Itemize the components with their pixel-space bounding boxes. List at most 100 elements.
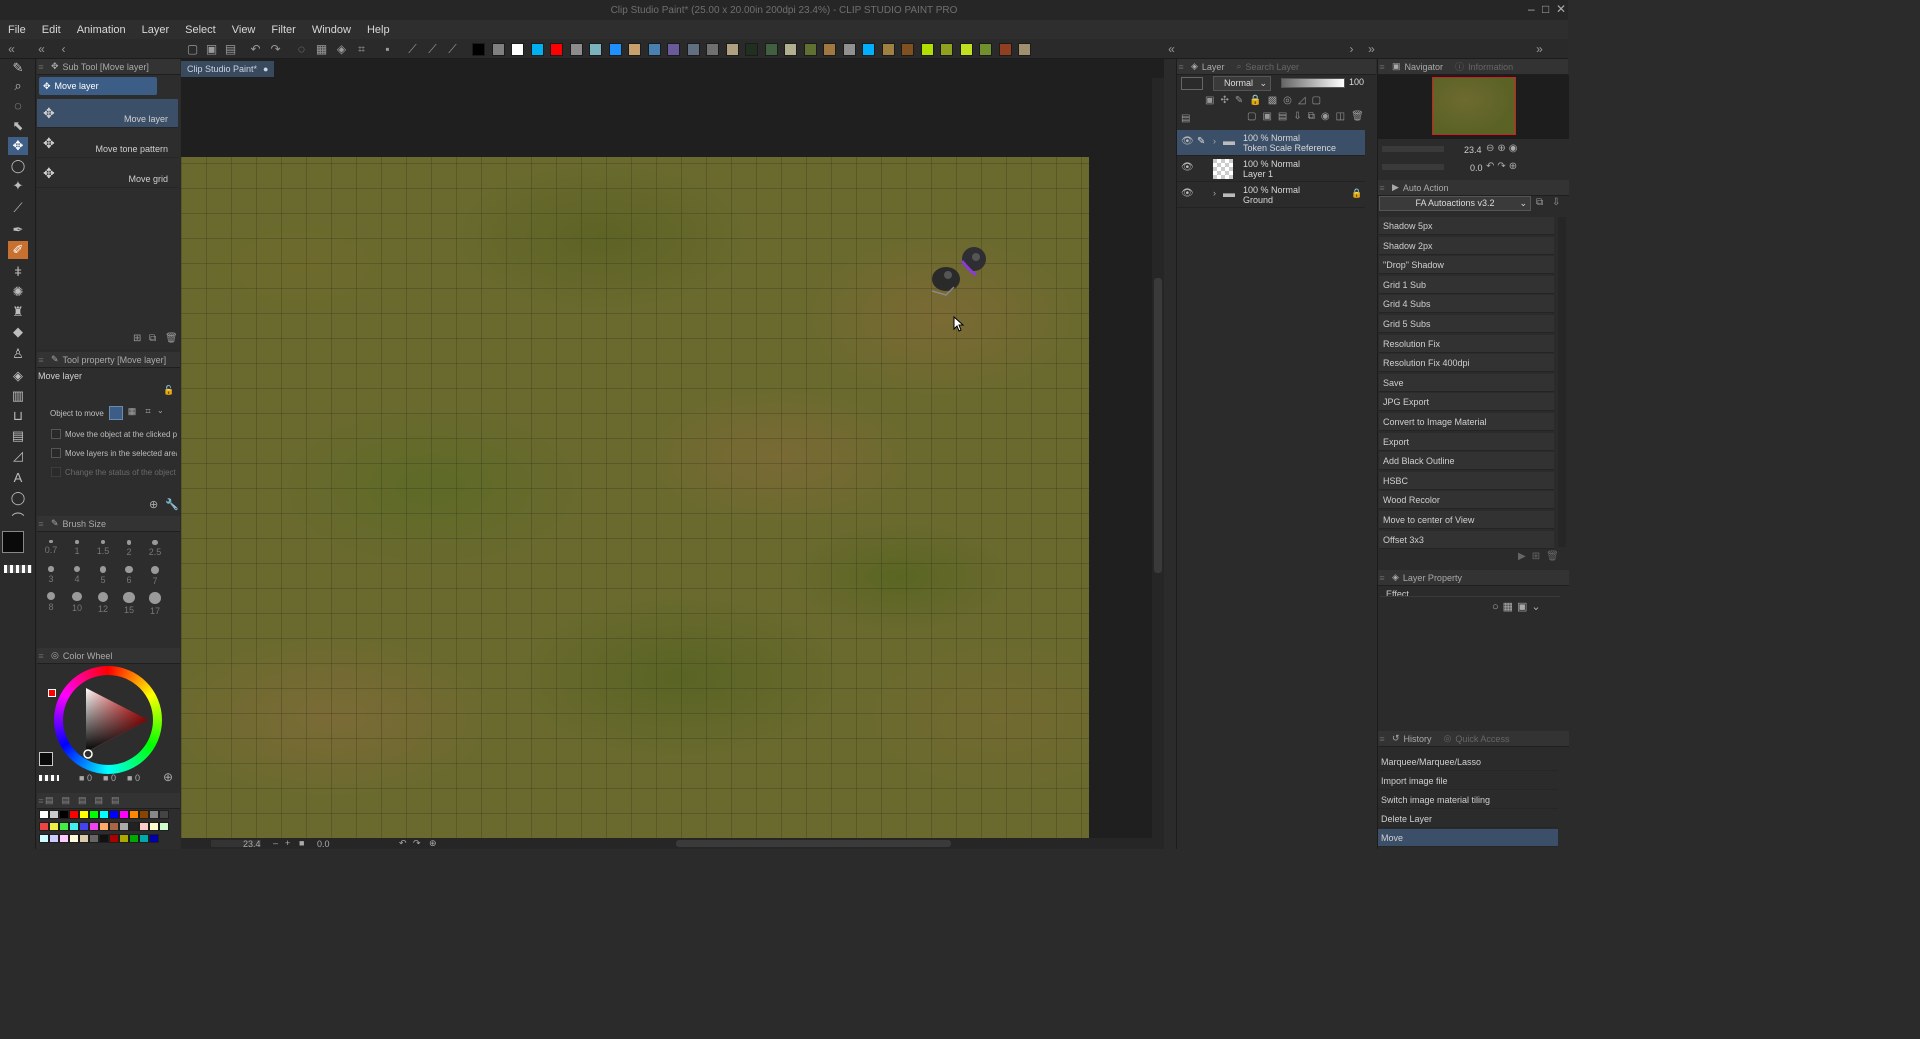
brush-size-item[interactable]: 12 (91, 592, 115, 614)
brush-size-item[interactable]: 2.5 (143, 540, 167, 557)
fit-icon[interactable]: ■ (299, 838, 304, 848)
palette-color-cell[interactable] (139, 822, 149, 831)
correct-line-icon[interactable]: ⌒ (8, 511, 28, 529)
palette-color-cell[interactable] (119, 822, 129, 831)
eraser-icon[interactable]: ◆ (8, 323, 28, 341)
color-swatch[interactable] (842, 43, 856, 56)
palette-color-cell[interactable] (79, 822, 89, 831)
decoration-icon[interactable]: ♜ (8, 303, 28, 321)
quick-access-tab[interactable]: Quick Access (1455, 734, 1509, 744)
palette-color-cell[interactable] (159, 822, 169, 831)
palette-color-cell[interactable] (149, 822, 159, 831)
color-swatch[interactable] (920, 43, 934, 56)
lock-icon[interactable]: 🔓 (163, 385, 174, 396)
delete-sub-tool-icon[interactable]: 🗑 (165, 333, 178, 344)
collapse-left-icon[interactable]: « (4, 42, 19, 56)
draft-icon[interactable]: ✎ (1235, 95, 1243, 109)
brush-icon[interactable]: ǂ (8, 263, 28, 281)
brush-size-item[interactable]: 3 (39, 566, 63, 584)
auto-action-item[interactable]: Export (1379, 432, 1554, 451)
saturation-triangle[interactable] (54, 666, 162, 774)
open-file-icon[interactable]: ▣ (204, 42, 219, 56)
layer-row-ground[interactable]: 👁 › ▬ 100 % Normal Ground 🔒 (1177, 182, 1365, 208)
collapse-right-icon[interactable]: « (1164, 42, 1179, 56)
tone-mode-icon[interactable]: ▦ (125, 406, 139, 420)
navigator-preview[interactable] (1378, 75, 1569, 139)
transform-icon[interactable]: ◈ (334, 42, 349, 56)
palette-color-cell[interactable] (49, 822, 59, 831)
auto-action-item[interactable]: Wood Recolor (1379, 491, 1554, 510)
clear-icon[interactable]: ◌ (294, 42, 309, 56)
crop-icon[interactable]: ⌗ (354, 42, 369, 56)
navigator-zoom-buttons[interactable]: ⊖⊕◉ (1486, 143, 1520, 154)
move-layers-selected-checkbox[interactable] (51, 448, 61, 458)
brush-size-item[interactable]: 2 (117, 540, 141, 557)
auto-action-item[interactable]: HSBC (1379, 471, 1554, 490)
pen-icon[interactable]: ✒ (8, 221, 28, 239)
color-swatch[interactable] (745, 43, 758, 56)
new-file-icon[interactable]: ▢ (185, 42, 200, 56)
snap-ruler-icon[interactable]: ⟋ (405, 42, 420, 56)
palette-color-cell[interactable] (99, 810, 109, 819)
undo-icon[interactable]: ↶ (248, 42, 263, 56)
palette-color-cell[interactable] (69, 834, 79, 843)
token-sprite[interactable] (926, 241, 996, 301)
airbrush-icon[interactable]: ✺ (8, 283, 28, 301)
menu-view[interactable]: View (224, 24, 264, 36)
auto-action-item[interactable]: Grid 4 Subs (1379, 295, 1554, 314)
opacity-value[interactable]: 100 (1349, 77, 1364, 87)
color-swatch[interactable] (725, 43, 739, 56)
history-item[interactable]: Import image file (1378, 772, 1558, 790)
palette-color-cell[interactable] (99, 822, 109, 831)
object-mode-icon[interactable] (109, 406, 123, 420)
minimize-icon[interactable]: – (1528, 2, 1535, 16)
color-swatch[interactable] (667, 43, 680, 56)
color-swatch[interactable] (706, 43, 719, 56)
menu-filter[interactable]: Filter (263, 24, 303, 36)
transfer-icon[interactable]: ⇩ (1293, 111, 1301, 125)
palette-color-cell[interactable] (49, 834, 59, 843)
palette-color-cell[interactable] (69, 810, 79, 819)
auto-action-item[interactable]: Move to center of View (1379, 511, 1554, 529)
palette-tab-icons[interactable]: ▤▤▤▤▤ (45, 795, 128, 806)
clip-icon[interactable]: ▣ (1205, 95, 1214, 109)
mask-add-icon[interactable]: ◉ (1321, 111, 1330, 125)
menu-help[interactable]: Help (359, 24, 398, 36)
color-swatch[interactable] (940, 43, 953, 56)
lock-icon[interactable]: 🔒 (1249, 95, 1261, 109)
color-swatch[interactable] (530, 43, 544, 56)
palette-color-cell[interactable] (59, 810, 69, 819)
operation-tool-icon[interactable]: ⬉ (8, 117, 28, 135)
palette-color-cell[interactable] (79, 810, 89, 819)
color-swatch[interactable] (511, 43, 524, 56)
chevron-right-icon[interactable]: › (1213, 188, 1216, 198)
menu-edit[interactable]: Edit (34, 24, 69, 36)
apply-mask-icon[interactable]: ◫ (1336, 111, 1345, 125)
eye-icon[interactable]: 👁 (1181, 136, 1194, 147)
color-swatch[interactable] (959, 43, 973, 56)
magic-wand-icon[interactable]: ✦ (8, 177, 28, 195)
color-swatch[interactable] (569, 43, 583, 56)
palette-color-cell[interactable] (39, 834, 49, 843)
lasso-tool-icon[interactable]: ◌ (8, 97, 28, 115)
menu-file[interactable]: File (0, 24, 34, 36)
color-swatch[interactable] (862, 43, 875, 56)
menu-select[interactable]: Select (177, 24, 224, 36)
palette-color-cell[interactable] (149, 810, 159, 819)
close-icon[interactable]: ✕ (1556, 2, 1566, 16)
merge-icon[interactable]: ⧉ (1308, 111, 1315, 125)
reference-icon[interactable]: ✣ (1220, 95, 1228, 109)
auto-action-item[interactable]: Offset 3x3 (1379, 530, 1554, 549)
drawing-canvas[interactable] (181, 157, 1089, 839)
fill-selection-icon[interactable]: ▦ (314, 42, 329, 56)
navigator-viewport[interactable] (1432, 77, 1516, 135)
rotate-left-icon[interactable]: ↶ (399, 838, 407, 849)
search-layer-tab[interactable]: Search Layer (1245, 62, 1299, 72)
brush-size-item[interactable]: 8 (39, 592, 63, 612)
color-swatch[interactable] (608, 43, 622, 56)
grid-mode-icon[interactable]: ⌗ (141, 406, 155, 420)
main-color-indicator[interactable] (39, 752, 53, 766)
color-swatch[interactable] (491, 43, 505, 56)
palette-color-cell[interactable] (99, 834, 109, 843)
history-item[interactable]: Delete Layer (1378, 810, 1558, 828)
